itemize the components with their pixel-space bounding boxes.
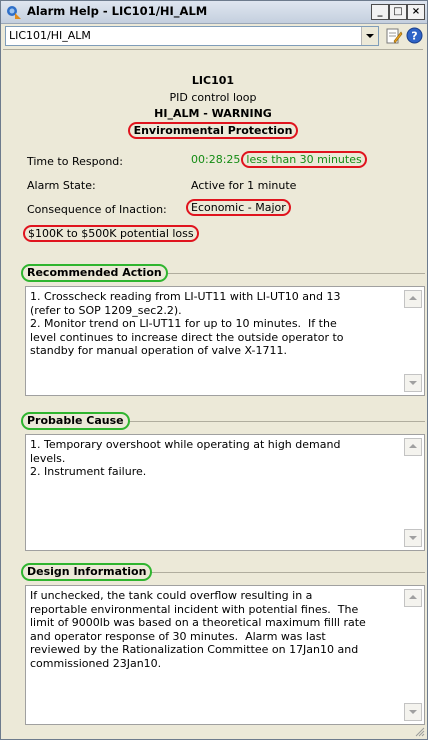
impact-category: Environmental Protection [127,122,299,139]
scroll-up-arrow[interactable] [404,438,422,456]
recommended-action-text: 1. Crosscheck reading from LI-UT11 with … [30,290,344,357]
probable-cause-title: Probable Cause [21,412,130,430]
probable-cause-textbox[interactable]: 1. Temporary overshoot while operating a… [25,434,425,551]
title-bar[interactable]: Alarm Help - LIC101/HI_ALM _ □ × [1,1,427,24]
help-icon[interactable]: ? [406,27,423,44]
recommended-action-title: Recommended Action [21,264,168,282]
minimize-button[interactable]: _ [371,4,389,20]
alarm-help-app-icon [7,6,21,19]
time-to-respond-note: less than 30 minutes [241,151,367,168]
tag-name: LIC101 [191,74,235,87]
window-title: Alarm Help - LIC101/HI_ALM [27,4,208,18]
svg-text:?: ? [411,30,417,43]
alarm-state-label: Alarm State: [27,179,96,192]
design-information-text: If unchecked, the tank could overflow re… [30,589,366,670]
scroll-down-arrow[interactable] [404,703,422,721]
scroll-up-arrow[interactable] [404,290,422,308]
time-to-respond-label: Time to Respond: [27,155,123,168]
time-to-respond-value: 00:28:25 [191,153,241,166]
scroll-down-arrow[interactable] [404,529,422,547]
alarm-tag-value: LIC101/HI_ALM [9,29,91,42]
scroll-down-arrow[interactable] [404,374,422,392]
chevron-down-icon[interactable] [361,27,378,45]
consequence-value: Economic - Major [186,199,291,216]
maximize-button[interactable]: □ [389,4,407,20]
alarm-state-value: Active for 1 minute [191,179,297,192]
design-information-textbox[interactable]: If unchecked, the tank could overflow re… [25,585,425,725]
scroll-up-arrow[interactable] [404,589,422,607]
loop-description: PID control loop [169,91,257,104]
time-to-respond-row: 00:28:25 less than 30 minutes [191,151,367,168]
design-information-title: Design Information [21,563,153,581]
alarm-help-window: Alarm Help - LIC101/HI_ALM _ □ × LIC101/… [0,0,428,740]
probable-cause-text: 1. Temporary overshoot while operating a… [30,438,341,478]
alarm-summary: LIC101 PID control loop HI_ALM - WARNING… [3,49,423,250]
recommended-action-textbox[interactable]: 1. Crosscheck reading from LI-UT11 with … [25,286,425,396]
tag-selector-row: LIC101/HI_ALM ? [5,26,423,46]
consequence-label: Consequence of Inaction: [27,203,167,216]
alarm-priority: HI_ALM - WARNING [154,107,272,120]
edit-note-icon[interactable] [385,27,403,45]
resize-grip-icon[interactable] [413,725,425,737]
alarm-tag-combobox[interactable]: LIC101/HI_ALM [5,26,379,46]
potential-loss: $100K to $500K potential loss [23,225,199,242]
close-button[interactable]: × [407,4,425,20]
